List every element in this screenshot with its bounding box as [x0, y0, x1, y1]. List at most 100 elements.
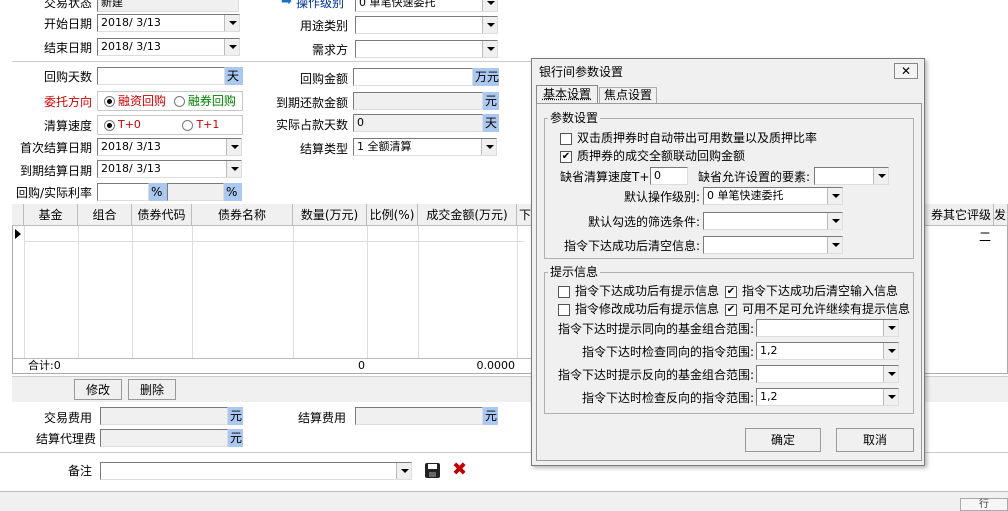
default-level-select[interactable]: 0 单笔快速委托	[703, 187, 843, 205]
grid-col-right[interactable]: 发	[994, 204, 1008, 226]
arrow-right-icon: ➡	[281, 0, 292, 9]
dialog-title: 银行间参数设置	[539, 65, 624, 79]
default-speed-label: 缺省清算速度T+	[560, 170, 650, 184]
default-elements-label: 缺省允许设置的要素:	[698, 170, 811, 184]
trade-fee-field	[100, 407, 228, 425]
chevron-down-icon[interactable]	[482, 0, 497, 11]
chevron-down-icon[interactable]	[396, 463, 411, 479]
direction-lending-radio[interactable]: 融券回购	[173, 94, 236, 108]
usage-label: 用途类别	[299, 19, 348, 33]
repo-amount-input[interactable]	[353, 68, 473, 86]
start-date-picker[interactable]: 2018/ 3/13	[97, 14, 240, 32]
repo-amount-unit: 万元	[473, 68, 500, 86]
rate-label: 回购/实际利率	[15, 186, 92, 200]
same-dir-fund-label: 指令下达时提示同向的基金组合范围:	[557, 322, 754, 336]
maturity-amount-label: 到期还款金额	[275, 96, 348, 110]
hint-clear-checkbox[interactable]: ✔ 指令下达成功后清空输入信息	[725, 283, 898, 299]
chevron-down-icon[interactable]	[226, 161, 241, 177]
default-speed-input[interactable]: 0	[650, 167, 688, 185]
actual-days-label: 实际占款天数	[275, 118, 348, 132]
end-date-picker[interactable]: 2018/ 3/13	[97, 38, 240, 56]
default-filter-select[interactable]	[703, 212, 843, 230]
hint-insufficient-checkbox[interactable]: ✔ 可用不足可允许继续有提示信息	[725, 301, 910, 317]
save-icon[interactable]	[425, 463, 440, 478]
close-button[interactable]: ✕	[894, 63, 918, 79]
rev-dir-fund-select[interactable]	[756, 365, 899, 383]
actual-rate-field	[167, 183, 224, 201]
speed-t0-radio[interactable]: T+0	[104, 118, 141, 131]
repo-days-input[interactable]	[97, 67, 225, 85]
auto-fill-checkbox[interactable]: 双击质押券时自动带出可用数量以及质押比率	[560, 130, 817, 146]
grid-col-amount[interactable]: 成交金额(万元)	[418, 204, 517, 226]
grid-col-bond-name[interactable]: 债券名称	[192, 204, 293, 226]
maturity-settle-label: 到期结算日期	[19, 164, 92, 178]
settle-type-select[interactable]: 1 全额清算	[353, 138, 497, 156]
modify-button[interactable]: 修改	[74, 379, 122, 400]
agency-fee-field	[100, 429, 228, 447]
speed-label: 清算速度	[43, 119, 92, 133]
agency-fee-label: 结算代理费	[35, 432, 96, 446]
direction-radio-group: 融资回购 融券回购	[97, 91, 243, 111]
same-dir-fund-select[interactable]	[756, 319, 899, 337]
chevron-down-icon[interactable]	[883, 343, 898, 359]
chevron-down-icon[interactable]	[883, 366, 898, 382]
speed-t1-radio[interactable]: T+1	[182, 118, 219, 131]
status-hint: 行	[960, 498, 1008, 511]
repo-days-label: 回购天数	[43, 70, 92, 84]
tab-focus[interactable]: 焦点设置	[599, 87, 657, 103]
actual-days-field: 0	[353, 114, 483, 132]
chevron-down-icon[interactable]	[883, 320, 898, 336]
first-settle-picker[interactable]: 2018/ 3/13	[97, 138, 242, 156]
maturity-settle-picker[interactable]: 2018/ 3/13	[97, 160, 242, 178]
delete-button[interactable]: 删除	[128, 379, 176, 400]
chevron-down-icon[interactable]	[482, 41, 497, 57]
grid-total-label: 合计:0	[28, 359, 61, 372]
bank-params-dialog: 银行间参数设置 ✕ 基本设置 焦点设置 参数设置 双击质押券时自动带出可用数量以…	[531, 58, 925, 466]
chevron-down-icon[interactable]	[224, 39, 239, 55]
usage-select[interactable]	[355, 16, 498, 34]
cancel-icon[interactable]: ✖	[452, 460, 467, 480]
grid-total-amount: 0.0000	[476, 359, 516, 372]
chevron-down-icon[interactable]	[481, 139, 496, 155]
remark-select[interactable]	[100, 462, 412, 480]
settle-fee-field	[355, 407, 483, 425]
chevron-down-icon[interactable]	[873, 168, 888, 184]
chevron-down-icon[interactable]	[482, 17, 497, 33]
chevron-down-icon[interactable]	[883, 389, 898, 405]
tab-basic[interactable]: 基本设置	[536, 85, 598, 103]
link-amount-checkbox[interactable]: ✔ 质押券的成交全额联动回购金额	[560, 148, 745, 164]
grid-col-bond-code[interactable]: 债券代码	[132, 204, 192, 226]
chevron-down-icon[interactable]	[827, 213, 842, 229]
grid-first-row[interactable]	[24, 226, 524, 242]
end-date-label: 结束日期	[43, 41, 92, 55]
actual-rate-pct: %	[224, 183, 242, 201]
grid-col-rating2[interactable]: 券其它评级二	[924, 204, 994, 244]
hint-modify-checkbox[interactable]: 指令修改成功后有提示信息	[558, 301, 719, 317]
rev-dir-check-select[interactable]: 1,2	[756, 388, 899, 406]
repo-rate-pct: %	[149, 183, 167, 201]
grid-col-fund[interactable]: 基金	[24, 204, 78, 226]
hint-success-checkbox[interactable]: 指令下达成功后有提示信息	[558, 283, 719, 299]
chevron-down-icon[interactable]	[827, 188, 842, 204]
repo-amount-label: 回购金额	[299, 72, 348, 86]
params-group-title: 参数设置	[548, 111, 601, 125]
default-elements-select[interactable]	[814, 167, 889, 185]
speed-radio-group: T+0 T+1	[97, 115, 243, 135]
same-dir-check-select[interactable]: 1,2	[756, 342, 899, 360]
op-level-select[interactable]: 0 单笔快速委托	[355, 0, 498, 12]
grid-col-ratio[interactable]: 比例(%)	[367, 204, 418, 226]
repo-rate-input[interactable]	[97, 183, 149, 201]
grid-col-portfolio[interactable]: 组合	[78, 204, 132, 226]
chevron-down-icon[interactable]	[827, 237, 842, 253]
chevron-down-icon[interactable]	[224, 15, 239, 31]
demand-select[interactable]	[355, 40, 498, 58]
cancel-button[interactable]: 取消	[836, 428, 914, 452]
grid-col-qty[interactable]: 数量(万元)	[293, 204, 367, 226]
default-filter-label: 默认勾选的筛选条件:	[587, 215, 700, 229]
chevron-down-icon[interactable]	[226, 139, 241, 155]
clear-after-select[interactable]	[703, 236, 843, 254]
ok-button[interactable]: 确定	[745, 428, 821, 452]
direction-financing-radio[interactable]: 融资回购	[104, 94, 166, 108]
settle-fee-label: 结算费用	[297, 411, 346, 425]
repo-days-unit: 天	[225, 67, 243, 85]
